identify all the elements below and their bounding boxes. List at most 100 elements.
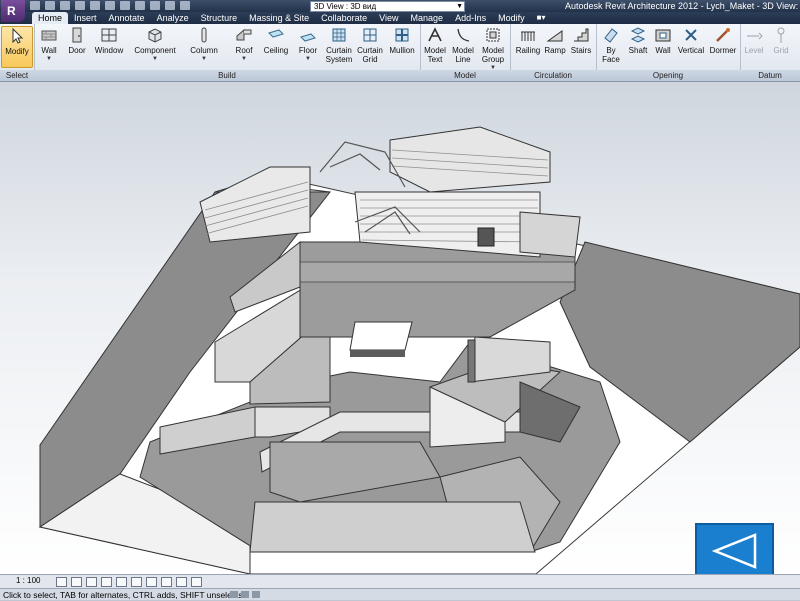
grid-button[interactable]: Grid xyxy=(768,26,794,55)
tab-annotate[interactable]: Annotate xyxy=(103,12,151,24)
floor-icon xyxy=(300,33,316,42)
wall-icon xyxy=(41,30,57,41)
ribbon: Modify Select Wall ▼ Door Window Componen… xyxy=(0,24,800,82)
grid-icon xyxy=(777,27,785,43)
ribbon-minimize-button[interactable]: ■▾ xyxy=(531,12,552,24)
model-text-label: Model Text xyxy=(424,46,446,64)
level-button[interactable]: Level xyxy=(742,26,766,55)
panel-build-label[interactable]: Build xyxy=(34,70,420,81)
stairs-button[interactable]: Stairs xyxy=(568,26,594,55)
shadows-icon[interactable] xyxy=(101,577,112,587)
tab-collaborate[interactable]: Collaborate xyxy=(315,12,373,24)
model-text-button[interactable]: Model Text xyxy=(422,26,448,64)
panel-select: Modify Select xyxy=(0,24,35,81)
temporary-hide-icon[interactable] xyxy=(161,577,172,587)
tab-manage[interactable]: Manage xyxy=(405,12,450,24)
column-label: Column xyxy=(190,46,218,55)
save-icon[interactable] xyxy=(45,1,55,10)
tab-massing-site[interactable]: Massing & Site xyxy=(243,12,315,24)
window-icon xyxy=(101,28,117,42)
wall-label: Wall xyxy=(41,46,57,55)
ceiling-label: Ceiling xyxy=(263,46,289,55)
back-button[interactable] xyxy=(695,523,774,579)
floor-button[interactable]: Floor ▼ xyxy=(294,26,322,64)
undo-icon[interactable] xyxy=(60,1,70,10)
model-group-button[interactable]: Model Group ▼ xyxy=(478,26,508,73)
curtain-grid-button[interactable]: Curtain Grid xyxy=(356,26,384,64)
cursor-arrow-icon xyxy=(12,27,24,44)
window-title: Autodesk Revit Architecture 2012 - Lych_… xyxy=(565,1,800,11)
model-group-icon xyxy=(486,28,500,42)
building-model-3d[interactable] xyxy=(0,82,800,574)
reveal-hidden-icon[interactable] xyxy=(176,577,187,587)
mullion-label: Mullion xyxy=(389,46,415,55)
application-menu-button[interactable]: R xyxy=(1,0,25,22)
ramp-button[interactable]: Ramp xyxy=(543,26,567,55)
column-button[interactable]: Column ▼ xyxy=(186,26,222,64)
tab-add-ins[interactable]: Add-Ins xyxy=(449,12,492,24)
lock-3d-view-icon[interactable] xyxy=(146,577,157,587)
panel-model: Model Text Model Line Model Group ▼ Model xyxy=(420,24,511,81)
panel-opening-label[interactable]: Opening xyxy=(596,70,740,81)
mullion-icon xyxy=(395,28,409,42)
show-crop-icon[interactable] xyxy=(131,577,142,587)
redo-icon[interactable] xyxy=(75,1,85,10)
tab-structure[interactable]: Structure xyxy=(195,12,244,24)
ramp-icon xyxy=(546,30,563,42)
crop-view-icon[interactable] xyxy=(116,577,127,587)
curtain-system-button[interactable]: Curtain System xyxy=(324,26,354,64)
worksets-icon[interactable] xyxy=(230,591,238,598)
view-selector-value: 3D View : 3D вид xyxy=(314,2,377,11)
shaft-button[interactable]: Shaft xyxy=(626,26,650,55)
mullion-button[interactable]: Mullion xyxy=(386,26,418,55)
close-windows-icon[interactable] xyxy=(180,1,190,10)
by-face-button[interactable]: By Face xyxy=(598,26,624,64)
dormer-label: Dormer xyxy=(709,46,737,55)
level-icon xyxy=(747,32,763,40)
dormer-button[interactable]: Dormer xyxy=(708,26,738,55)
3d-view-canvas[interactable] xyxy=(0,82,800,574)
design-options-icon[interactable] xyxy=(241,591,249,598)
window-button[interactable]: Window xyxy=(92,26,126,55)
detail-level-icon[interactable] xyxy=(56,577,67,587)
panel-circulation-label[interactable]: Circulation xyxy=(510,70,596,81)
roof-label: Roof xyxy=(235,46,253,55)
roof-button[interactable]: Roof ▼ xyxy=(230,26,258,64)
vertical-opening-button[interactable]: Vertical xyxy=(676,26,706,55)
model-line-button[interactable]: Model Line xyxy=(450,26,476,64)
panel-model-label[interactable]: Model xyxy=(420,70,510,81)
open-icon[interactable] xyxy=(30,1,40,10)
thin-lines-icon[interactable] xyxy=(165,1,175,10)
panel-select-label[interactable]: Select xyxy=(0,70,34,81)
tab-view[interactable]: View xyxy=(373,12,404,24)
door-icon xyxy=(72,27,82,43)
sun-path-icon[interactable] xyxy=(86,577,97,587)
view-selector[interactable]: 3D View : 3D вид ▼ xyxy=(310,1,465,12)
wall-opening-button[interactable]: Wall xyxy=(652,26,674,55)
dormer-icon xyxy=(716,28,730,42)
modify-label: Modify xyxy=(5,47,29,56)
modify-button[interactable]: Modify xyxy=(1,26,33,68)
analytical-model-icon[interactable] xyxy=(191,577,202,587)
3d-view-icon[interactable] xyxy=(135,1,145,10)
panel-datum-label[interactable]: Datum xyxy=(740,70,800,81)
visual-style-icon[interactable] xyxy=(71,577,82,587)
panel-build: Wall ▼ Door Window Component ▼ Column ▼ Roo… xyxy=(34,24,421,81)
tab-analyze[interactable]: Analyze xyxy=(151,12,195,24)
component-button[interactable]: Component ▼ xyxy=(130,26,180,64)
stairs-icon xyxy=(574,28,589,42)
tab-home[interactable]: Home xyxy=(32,12,69,24)
section-icon[interactable] xyxy=(150,1,160,10)
door-button[interactable]: Door xyxy=(64,26,90,55)
print-icon[interactable] xyxy=(90,1,100,10)
text-icon[interactable] xyxy=(120,1,130,10)
railing-button[interactable]: Railing xyxy=(514,26,542,55)
wall-button[interactable]: Wall ▼ xyxy=(36,26,62,64)
filter-icon[interactable] xyxy=(252,591,260,598)
tab-modify[interactable]: Modify xyxy=(492,12,531,24)
measure-icon[interactable] xyxy=(105,1,115,10)
view-scale[interactable]: 1 : 100 xyxy=(16,576,40,585)
ceiling-button[interactable]: Ceiling xyxy=(260,26,292,55)
tab-insert[interactable]: Insert xyxy=(68,12,103,24)
model-group-label: Model Group xyxy=(481,46,505,64)
